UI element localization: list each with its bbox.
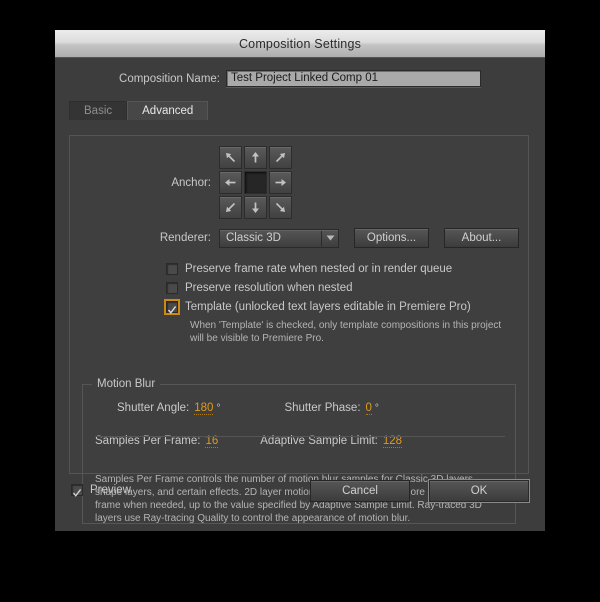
- anchor-up-left-button[interactable]: [219, 146, 242, 169]
- shutter-angle-unit: °: [216, 403, 220, 414]
- renderer-selected-value: Classic 3D: [220, 232, 321, 244]
- arrow-down-icon: [248, 200, 263, 215]
- preserve-resolution-checkbox[interactable]: [166, 282, 178, 294]
- dialog-title: Composition Settings: [239, 37, 361, 51]
- anchor-up-right-button[interactable]: [269, 146, 292, 169]
- preview-label: Preview: [90, 484, 131, 496]
- template-label: Template (unlocked text layers editable …: [185, 301, 471, 313]
- template-checkbox[interactable]: [166, 301, 178, 313]
- anchor-left-button[interactable]: [219, 171, 242, 194]
- shutter-angle-label: Shutter Angle:: [117, 402, 189, 414]
- tab-advanced[interactable]: Advanced: [127, 101, 208, 120]
- chevron-down-icon: [322, 235, 338, 241]
- anchor-center-button[interactable]: [244, 171, 267, 194]
- renderer-row: Renderer: Classic 3D Options... About...: [70, 219, 528, 248]
- ok-button[interactable]: OK: [429, 480, 529, 502]
- renderer-dropdown[interactable]: Classic 3D: [219, 229, 339, 248]
- composition-name-label: Composition Name:: [55, 73, 226, 85]
- template-row: Template (unlocked text layers editable …: [166, 301, 528, 313]
- arrow-up-icon: [248, 150, 263, 165]
- preserve-frame-rate-row: Preserve frame rate when nested or in re…: [166, 263, 528, 275]
- preserve-frame-rate-checkbox[interactable]: [166, 263, 178, 275]
- tab-bar: Basic Advanced: [69, 101, 545, 120]
- dialog-footer: Preview Cancel OK: [55, 474, 545, 531]
- arrow-right-icon: [273, 175, 288, 190]
- arrow-down-right-icon: [273, 200, 288, 215]
- preview-row: Preview: [71, 484, 131, 496]
- renderer-options-button[interactable]: Options...: [354, 228, 429, 248]
- shutter-phase-label: Shutter Phase:: [284, 402, 360, 414]
- arrow-down-left-icon: [223, 200, 238, 215]
- samples-row: Samples Per Frame: 16 Adaptive Sample Li…: [83, 415, 515, 448]
- anchor-down-right-button[interactable]: [269, 196, 292, 219]
- preview-checkbox[interactable]: [71, 484, 83, 496]
- motion-blur-separator: [95, 436, 505, 437]
- arrow-left-icon: [223, 175, 238, 190]
- advanced-tab-panel: Anchor:: [69, 135, 529, 474]
- arrow-up-right-icon: [273, 150, 288, 165]
- composition-name-row: Composition Name:: [55, 58, 545, 87]
- preserve-resolution-label: Preserve resolution when nested: [185, 282, 353, 294]
- anchor-down-button[interactable]: [244, 196, 267, 219]
- anchor-down-left-button[interactable]: [219, 196, 242, 219]
- renderer-about-button[interactable]: About...: [444, 228, 519, 248]
- tab-basic[interactable]: Basic: [69, 101, 127, 120]
- anchor-row: Anchor:: [70, 136, 528, 219]
- composition-name-input[interactable]: [226, 70, 481, 87]
- shutter-phase-unit: °: [375, 403, 379, 414]
- anchor-grid: [219, 146, 292, 219]
- dialog-titlebar: Composition Settings: [55, 30, 545, 58]
- renderer-label: Renderer:: [70, 232, 219, 244]
- dialog-body: Composition Name: Basic Advanced Anchor:: [55, 58, 545, 531]
- anchor-label: Anchor:: [70, 177, 219, 189]
- preserve-frame-rate-label: Preserve frame rate when nested or in re…: [185, 263, 452, 275]
- preserve-resolution-row: Preserve resolution when nested: [166, 282, 528, 294]
- cancel-button[interactable]: Cancel: [310, 480, 410, 502]
- anchor-right-button[interactable]: [269, 171, 292, 194]
- anchor-up-button[interactable]: [244, 146, 267, 169]
- motion-blur-legend: Motion Blur: [92, 378, 160, 390]
- arrow-up-left-icon: [223, 150, 238, 165]
- template-description: When 'Template' is checked, only templat…: [190, 319, 510, 345]
- checkmark-icon: [72, 485, 82, 495]
- composition-settings-dialog: Composition Settings Composition Name: B…: [55, 30, 545, 530]
- checkmark-icon: [167, 302, 177, 312]
- shutter-angle-value[interactable]: 180: [194, 402, 213, 415]
- shutter-phase-value[interactable]: 0: [366, 402, 372, 415]
